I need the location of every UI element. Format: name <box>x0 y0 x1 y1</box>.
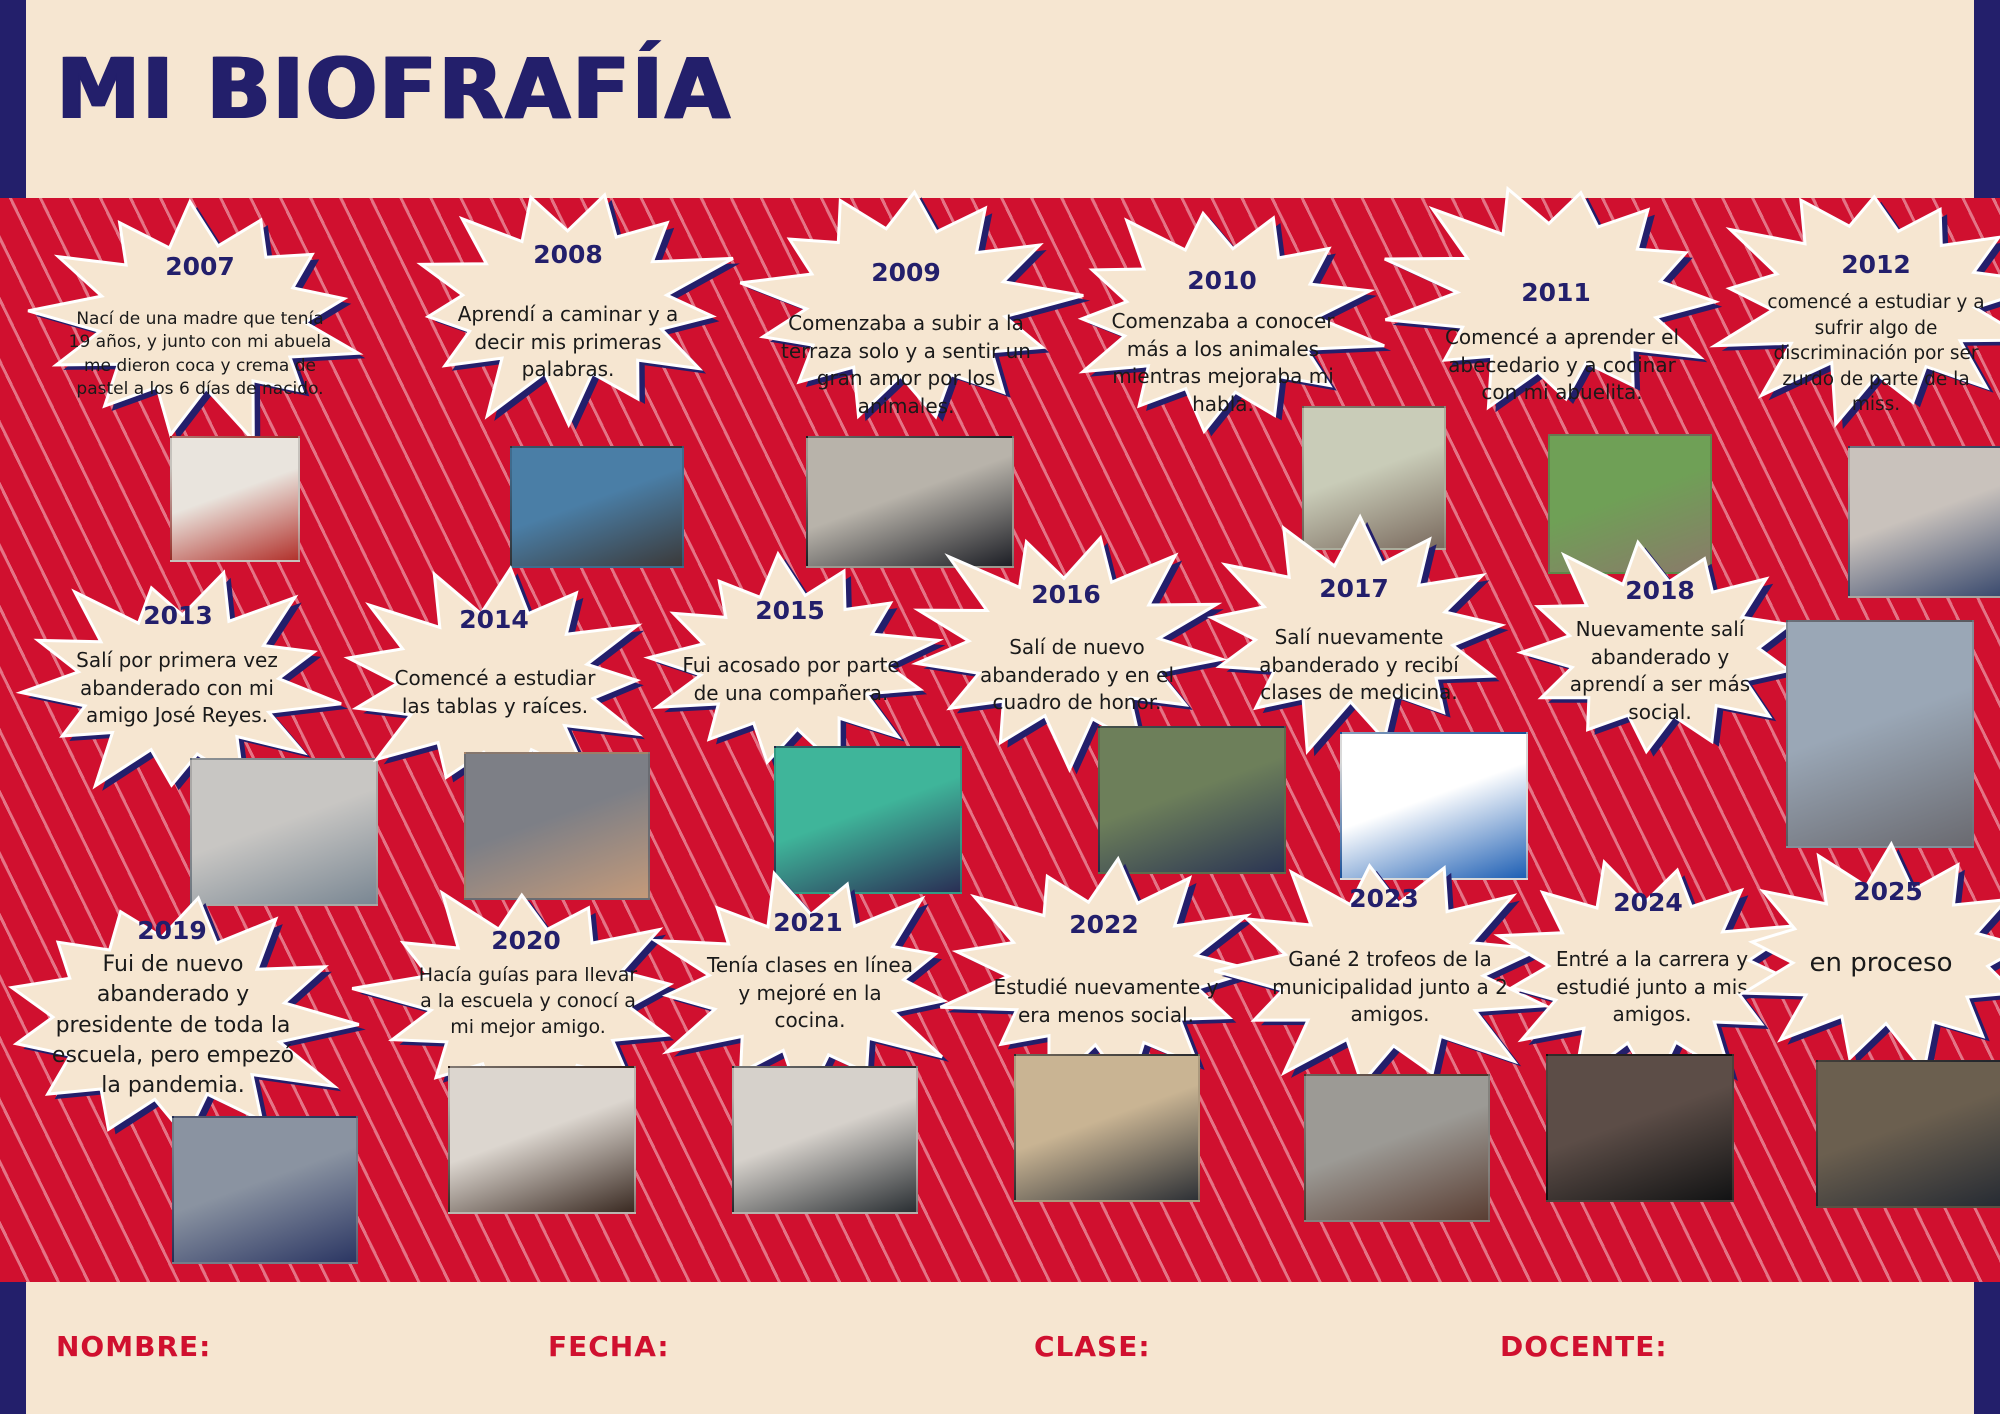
year-description: Fui de nuevo abanderado y presidente de … <box>51 952 295 1099</box>
year-description: Nací de una madre que tenía 19 años, y j… <box>68 309 332 400</box>
year-label: 2018 <box>1625 576 1695 605</box>
year-description: Salí nuevamente abanderado y recibí clas… <box>1259 625 1459 705</box>
year-label: 2007 <box>165 252 235 281</box>
footer-clase-label: CLASE: <box>1034 1330 1151 1363</box>
year-label: 2017 <box>1319 574 1389 603</box>
year-description: Comenzaba a subir a la terraza solo y a … <box>781 311 1031 418</box>
year-description: Tenía clases en línea y mejoré en la coc… <box>707 953 913 1033</box>
year-label: 2010 <box>1187 266 1257 295</box>
photo-2021 <box>732 1066 918 1214</box>
year-description: en proceso <box>1809 948 1953 978</box>
year-description: Salí por primera vez abanderado con mi a… <box>76 648 278 728</box>
year-description: comencé a estudiar y a sufrir algo de di… <box>1767 292 1985 416</box>
footer-nombre-label: NOMBRE: <box>56 1330 212 1363</box>
year-description: Nuevamente salí abanderado y aprendí a s… <box>1569 617 1751 724</box>
year-label: 2008 <box>533 240 603 269</box>
footer-docente-label: DOCENTE: <box>1500 1330 1668 1363</box>
year-description: Comencé a aprender el abecedario y a coc… <box>1444 325 1680 405</box>
year-label: 2025 <box>1853 877 1923 906</box>
year-label: 2009 <box>871 258 941 287</box>
year-label: 2011 <box>1521 278 1591 307</box>
footer-fecha-label: FECHA: <box>548 1330 670 1363</box>
left-bar-bottom <box>0 1282 26 1414</box>
year-description: Aprendí a caminar y a decir mis primeras… <box>457 302 679 382</box>
photo-2025 <box>1816 1060 2000 1208</box>
year-label: 2014 <box>459 605 529 634</box>
year-label: 2012 <box>1841 250 1911 279</box>
year-description: Comenzaba a conocer más a los animales m… <box>1111 309 1335 416</box>
right-bar-bottom <box>1974 1282 2000 1414</box>
year-label: 2019 <box>137 916 207 945</box>
year-description: Comencé a estudiar las tablas y raíces. <box>394 666 596 718</box>
photo-2012 <box>1848 446 2000 598</box>
year-label: 2013 <box>143 601 213 630</box>
